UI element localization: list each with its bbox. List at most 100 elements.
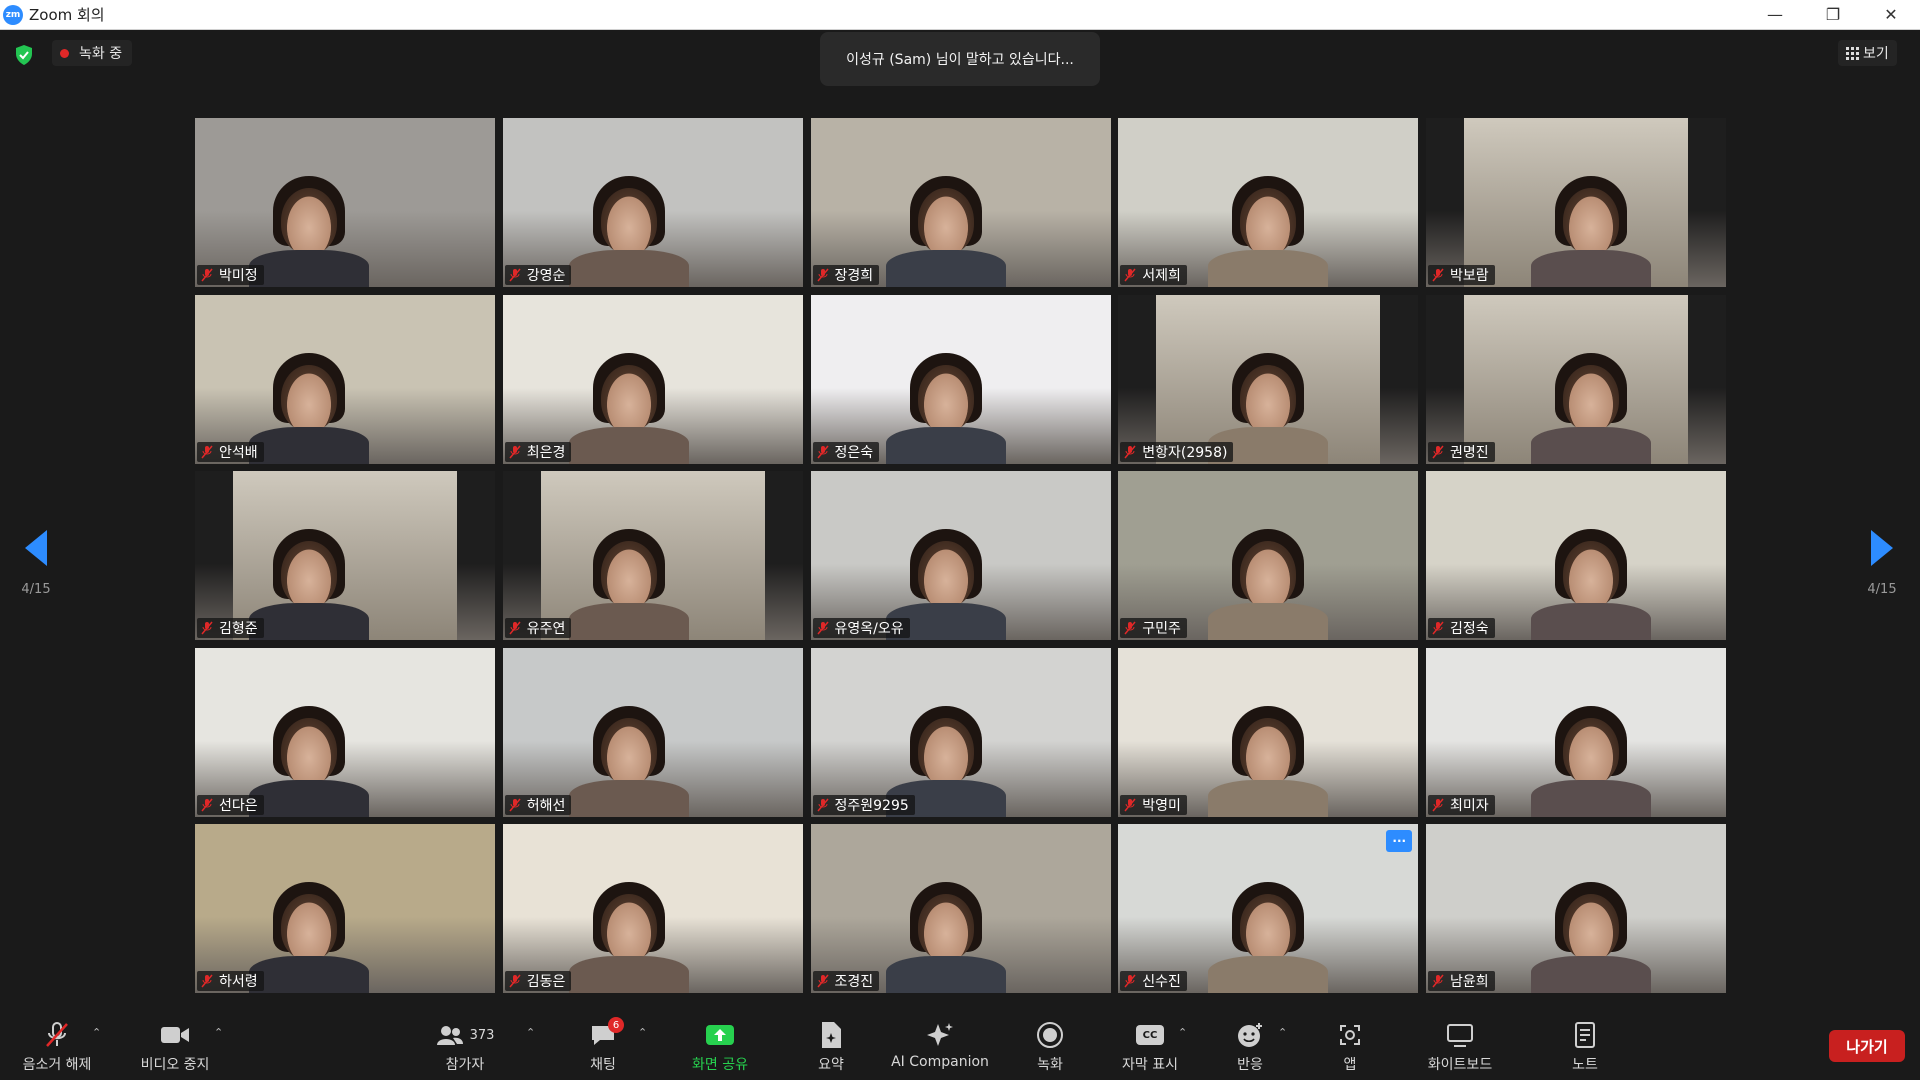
captions-label: 자막 표시 [1122,1057,1178,1073]
video-tile[interactable]: 남윤희 [1426,824,1726,993]
video-tile[interactable]: 허해선 [502,647,803,817]
participant-name-tag: 안석배 [197,441,264,462]
share-screen-button[interactable]: 화면 공유 [680,1014,760,1080]
video-tile[interactable]: 박보람 [1426,118,1726,287]
encryption-shield-icon[interactable] [14,44,34,66]
video-tile[interactable]: 구민주 [1118,471,1419,640]
video-tile[interactable]: 최은경 [502,294,803,464]
unmute-label: 음소거 해제 [22,1057,92,1073]
video-tile[interactable]: 박영미 [1118,647,1419,817]
participant-face [281,541,337,607]
participant-name: 유주연 [526,621,566,637]
summary-button[interactable]: 요약 [806,1014,856,1080]
arrow-right-icon [1871,530,1893,566]
video-tile[interactable]: 변항자(2958) [1118,294,1419,464]
notes-button[interactable]: 노트 [1565,1014,1605,1080]
participant-name: 박영미 [1142,797,1181,814]
window-title: Zoom 회의 [29,6,105,24]
next-page-button[interactable]: 4/15 [1852,530,1912,597]
participant-name-tag: 남윤희 [1428,971,1495,991]
video-tile[interactable]: 선다은 [195,647,495,817]
share-screen-label: 화면 공유 [692,1057,748,1073]
video-tile[interactable]: 조경진 [810,824,1111,993]
participant-body [568,250,689,287]
mic-muted-icon [1432,445,1444,458]
leave-meeting-button[interactable]: 나가기 [1829,1030,1905,1062]
participant-face [1240,894,1297,960]
captions-button[interactable]: CC 자막 표시 [1110,1014,1190,1080]
previous-page-button[interactable]: 4/15 [6,530,66,597]
video-tile[interactable]: 정주원9295 [810,647,1111,817]
stop-video-button[interactable]: 비디오 중지 [130,1014,220,1080]
participant-face [281,364,337,431]
video-tile[interactable]: 정은숙 [810,294,1111,464]
recording-indicator[interactable]: 녹화 중 [52,40,133,66]
video-feed [195,824,495,993]
apps-label: 앱 [1343,1057,1357,1073]
video-tile[interactable]: 안석배 [195,294,495,464]
record-button[interactable]: 녹화 [1025,1014,1075,1080]
record-icon [1036,1020,1064,1050]
apps-button[interactable]: 앱 [1330,1014,1370,1080]
participant-name-tag: 하서령 [197,971,264,991]
unmute-button[interactable]: 음소거 해제 [12,1014,102,1080]
view-button[interactable]: 보기 [1838,40,1897,66]
video-tile[interactable]: 하서령 [195,824,495,993]
video-feed [502,294,803,464]
participant-body [568,426,689,464]
record-label: 녹화 [1037,1057,1063,1073]
participant-name-tag: 김형준 [197,618,264,638]
video-tile[interactable]: 유영옥/오유 [810,471,1111,640]
participants-label: 참가자 [445,1057,485,1073]
participant-name-tag: 변항자(2958) [1120,441,1234,462]
participant-body [568,956,689,993]
participant-face [600,188,657,254]
participant-face [1563,364,1619,431]
video-tile[interactable]: 김동은 [502,824,803,993]
video-tile[interactable]: 장경희 [810,118,1111,287]
participant-name-tag: 강영순 [504,265,572,285]
tile-more-options-button[interactable]: ··· [1386,830,1413,852]
grid-view-icon [1846,46,1859,60]
participants-chevron-icon[interactable]: ⌃ [526,1026,535,1039]
participant-body [1208,250,1329,287]
mic-muted-icon [816,621,829,635]
video-tile[interactable]: 김형준 [195,471,495,640]
meeting-toolbar: 음소거 해제 ⌃ 비디오 중지 ⌃ 373 참가자 ⌃ 6 채팅 ⌃ 화면 공유 [0,1014,1920,1080]
chat-chevron-icon[interactable]: ⌃ [638,1026,647,1039]
ai-companion-button[interactable]: AI Companion [885,1014,995,1080]
video-tile-highlighted[interactable]: ··· 신수진 [1118,824,1419,993]
reactions-button[interactable]: 반응 [1225,1014,1275,1080]
participant-face [1240,364,1297,431]
participant-name: 김동은 [526,974,566,990]
chat-button[interactable]: 6 채팅 [573,1014,633,1080]
participant-name: 안석배 [219,444,258,461]
participant-body [1531,956,1651,993]
participant-face [917,894,974,960]
captions-chevron-icon[interactable]: ⌃ [1178,1026,1187,1039]
close-icon[interactable]: ✕ [1862,0,1920,29]
participant-name-tag: 박보람 [1428,265,1495,285]
video-feed [810,118,1111,287]
video-options-chevron-icon[interactable]: ⌃ [214,1026,223,1039]
restore-icon[interactable]: ❐ [1804,0,1862,29]
participants-button[interactable]: 373 참가자 [430,1014,500,1080]
participant-body [1531,779,1651,817]
minimize-icon[interactable]: — [1746,0,1804,29]
mic-muted-icon [509,621,521,635]
video-tile[interactable]: 강영순 [502,118,803,287]
video-tile[interactable]: 유주연 [502,471,803,640]
video-tile[interactable]: 최미자 [1426,647,1726,817]
reactions-chevron-icon[interactable]: ⌃ [1278,1026,1287,1039]
participant-body [249,603,369,640]
participant-name: 강영순 [526,268,566,284]
participant-name: 최은경 [526,444,566,461]
video-tile[interactable]: 서제희 [1118,118,1419,287]
video-tile[interactable]: 박미정 [195,118,495,287]
video-tile[interactable]: 김정숙 [1426,471,1726,640]
mic-muted-icon [201,621,213,635]
audio-options-chevron-icon[interactable]: ⌃ [92,1026,101,1039]
whiteboard-icon [1446,1020,1474,1050]
whiteboard-button[interactable]: 화이트보드 [1415,1014,1505,1080]
video-tile[interactable]: 권명진 [1426,294,1726,464]
